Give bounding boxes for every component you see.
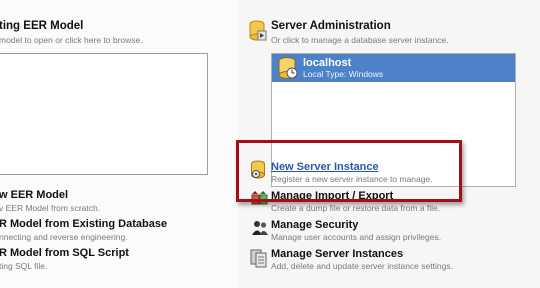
server-instances-icon [250,249,267,268]
server-admin-subtitle: Or click to manage a database server ins… [271,35,449,45]
server-admin-icon [249,20,267,41]
open-model-title[interactable]: ting EER Model [0,20,83,32]
highlight-box [236,140,462,202]
manage-import-export-desc: Create a dump file or restore data from … [271,203,441,213]
users-icon [252,221,268,235]
open-model-subtitle: model to open or click here to browse. [0,35,143,45]
manage-security-link[interactable]: Manage Security [271,219,358,231]
model-from-db-link[interactable]: R Model from Existing Database [0,218,167,230]
server-item-localhost[interactable]: localhost Local Type: Windows [272,54,515,82]
model-from-sql-link[interactable]: R Model from SQL Script [0,247,129,259]
model-from-sql-desc: ting SQL file. [0,261,48,271]
new-eer-model-link[interactable]: w EER Model [0,189,68,201]
manage-server-instances-desc: Add, delete and update server instance s… [271,261,453,271]
database-server-icon [278,57,298,79]
server-info: Local Type: Windows [303,69,384,79]
model-from-db-desc: nnecting and reverse engineering. [0,232,128,242]
new-eer-model-desc: v EER Model from scratch. [0,203,101,213]
manage-server-instances-link[interactable]: Manage Server Instances [271,248,403,260]
server-name: localhost [303,57,352,69]
manage-security-desc: Manage user accounts and assign privileg… [271,232,442,242]
model-list[interactable] [0,53,208,175]
server-admin-title[interactable]: Server Administration [271,20,391,32]
